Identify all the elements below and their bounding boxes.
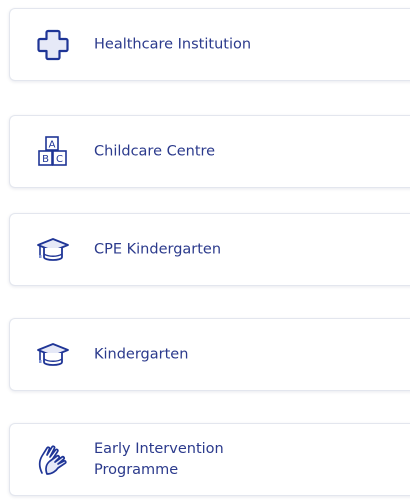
facility-type-list: Healthcare Institution A B C Childcare C…	[0, 0, 410, 500]
option-kindergarten[interactable]: Kindergarten	[9, 318, 410, 391]
option-label: Childcare Centre	[94, 143, 216, 159]
graduation-cap-icon	[36, 338, 70, 372]
option-healthcare-institution[interactable]: Healthcare Institution	[9, 8, 410, 81]
option-childcare-centre[interactable]: A B C Childcare Centre	[9, 115, 410, 188]
svg-text:B: B	[42, 154, 49, 165]
option-early-intervention-programme[interactable]: Early Intervention Programme	[9, 423, 410, 496]
option-cpe-kindergarten[interactable]: CPE Kindergarten	[9, 213, 410, 286]
abc-blocks-icon: A B C	[36, 135, 70, 169]
option-label: Kindergarten	[94, 346, 189, 362]
svg-text:C: C	[56, 154, 63, 165]
hands-icon	[36, 443, 70, 477]
option-label: Healthcare Institution	[94, 36, 252, 52]
graduation-cap-icon	[36, 233, 70, 267]
medical-cross-icon	[36, 28, 70, 62]
svg-text:A: A	[49, 139, 56, 150]
option-label: Early Intervention Programme	[94, 440, 224, 478]
option-label: CPE Kindergarten	[94, 241, 222, 257]
